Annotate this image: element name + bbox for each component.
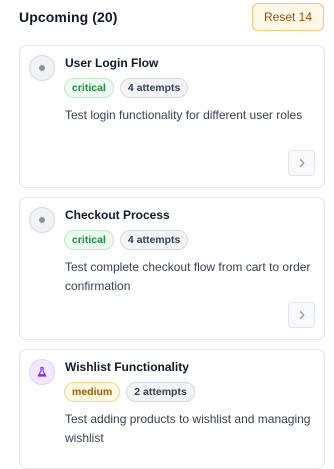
badge-row: critical 4 attempts (64, 230, 189, 250)
expand-button[interactable] (288, 150, 315, 176)
test-title: Wishlist Functionality (65, 360, 189, 374)
attempts-badge: 2 attempts (126, 382, 195, 402)
badge-row: critical 4 attempts (64, 78, 189, 98)
flask-icon (37, 366, 47, 377)
attempts-badge: 4 attempts (119, 78, 189, 98)
pending-icon (29, 207, 55, 233)
priority-badge: medium (64, 382, 121, 402)
attempts-badge: 4 attempts (119, 230, 189, 250)
test-description: Test adding products to wishlist and man… (65, 412, 311, 445)
priority-badge: critical (64, 78, 114, 98)
test-card[interactable]: Wishlist Functionality medium 2 attempts… (19, 349, 325, 469)
test-title: User Login Flow (65, 56, 159, 70)
expand-button[interactable] (288, 302, 315, 328)
test-description: Test complete checkout flow from cart to… (65, 260, 311, 293)
chevron-right-icon (299, 158, 304, 168)
chevron-right-icon (299, 310, 304, 320)
upcoming-header: Upcoming (20) Reset 14 (0, 3, 334, 33)
badge-row: medium 2 attempts (64, 382, 195, 402)
test-card[interactable]: Checkout Process critical 4 attempts Tes… (19, 197, 325, 340)
test-description: Test login functionality for different u… (65, 108, 303, 122)
section-title: Upcoming (20) (19, 9, 118, 25)
priority-badge: critical (64, 230, 114, 250)
pending-icon (29, 55, 55, 81)
reset-button[interactable]: Reset 14 (252, 3, 324, 31)
test-title: Checkout Process (65, 208, 170, 222)
flask-icon (29, 359, 55, 385)
test-card[interactable]: User Login Flow critical 4 attempts Test… (19, 45, 325, 188)
